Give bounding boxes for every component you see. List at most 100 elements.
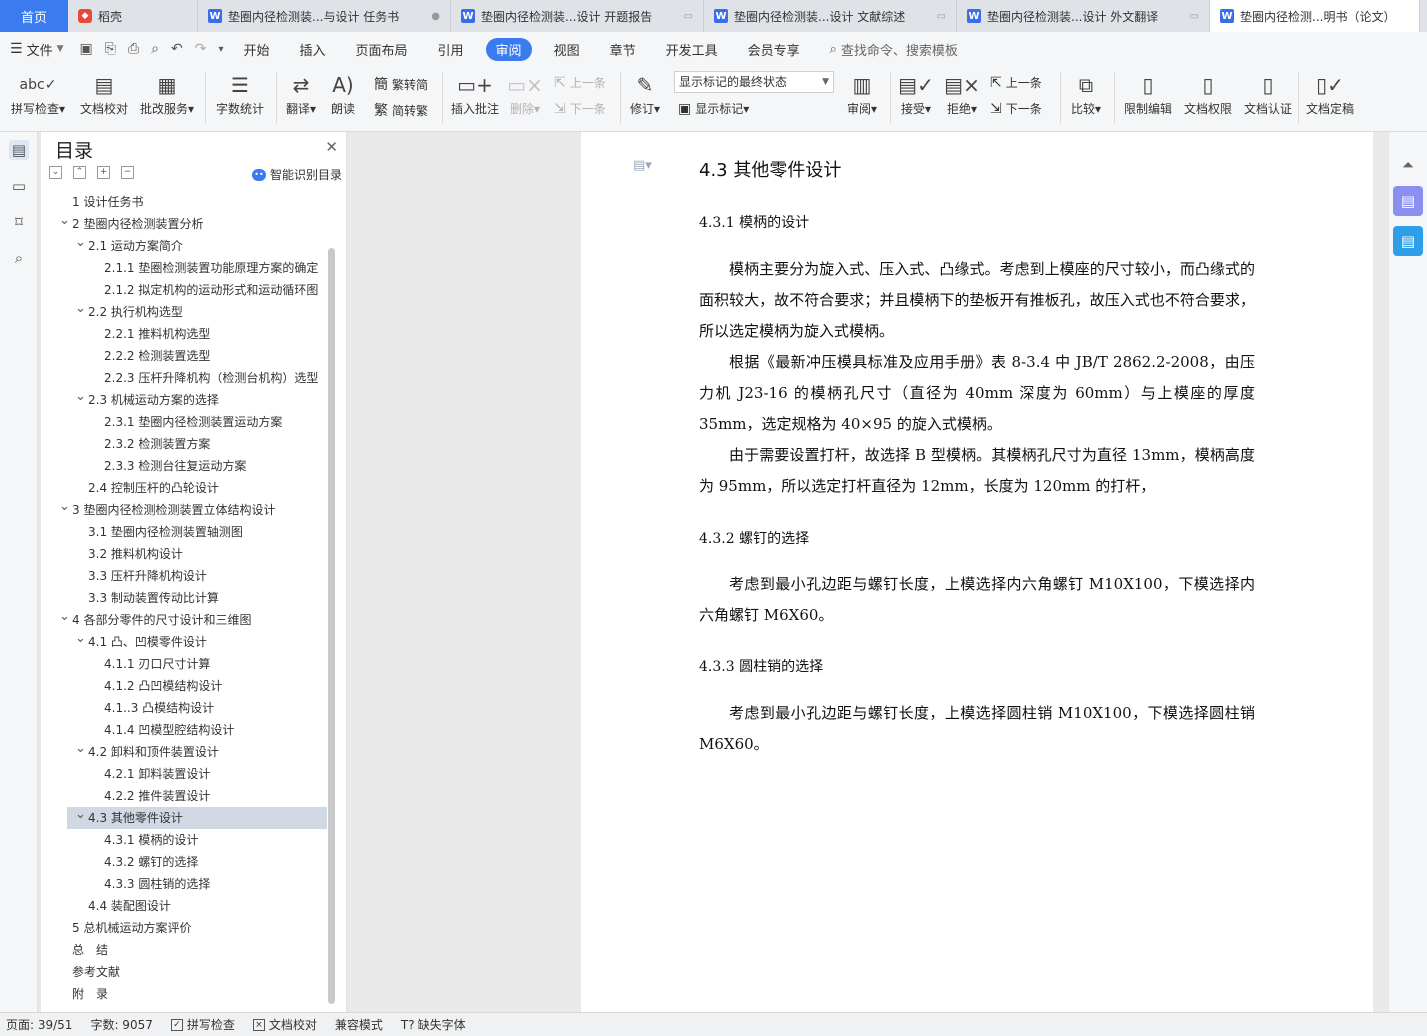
annotate-service-button[interactable]: ▦ 批改服务▾	[136, 70, 198, 118]
tab-shell[interactable]: ◆ 稻壳	[68, 0, 198, 32]
search-icon[interactable]: ⌕	[9, 248, 29, 268]
toc-item[interactable]: 2.1.1 垫圈检测装置功能原理方案的确定	[41, 257, 327, 279]
toc-item[interactable]: 3.3 压杆升降机构设计	[41, 565, 327, 587]
save-icon[interactable]: ▣	[80, 41, 93, 57]
tab-doc-2[interactable]: W 垫圈内径检测装...设计 开题报告 ▭	[451, 0, 704, 32]
doc-finalize-button[interactable]: ▯✓ 文档定稿	[1302, 70, 1358, 118]
toc-item[interactable]: 2.2.2 检测装置选型	[41, 345, 327, 367]
show-markup-button[interactable]: ▣ 显示标记 ▾	[678, 100, 749, 117]
toc-item[interactable]: 4.3.2 螺钉的选择	[41, 851, 327, 873]
toc-item[interactable]: 4.2.2 推件装置设计	[41, 785, 327, 807]
toc-item[interactable]: 2.4 控制压杆的凸轮设计	[41, 477, 327, 499]
toc-item[interactable]: 5 总机械运动方案评价	[41, 917, 327, 939]
chevron-down-icon[interactable]: ⌄	[75, 631, 86, 650]
menu-tab-view[interactable]: 视图	[554, 38, 580, 61]
close-icon[interactable]: ✕	[325, 138, 338, 156]
trad-to-simp-button[interactable]: 簡 繁转简	[374, 74, 428, 94]
simp-to-trad-button[interactable]: 繁 简转繁	[374, 100, 428, 120]
toc-item[interactable]: ⌄ 4 各部分零件的尺寸设计和三维图	[41, 609, 327, 631]
tab-home[interactable]: 首页	[0, 0, 68, 32]
print-icon[interactable]: ⎙	[128, 41, 139, 57]
toc-item[interactable]: 4.1..3 凸模结构设计	[41, 697, 327, 719]
compare-button[interactable]: ⧉ 比较▾	[1066, 70, 1106, 118]
export-pdf-icon[interactable]: ⎘	[105, 41, 116, 57]
toc-item[interactable]: 3.3 制动装置传动比计算	[41, 587, 327, 609]
toc-item[interactable]: 2.3.1 垫圈内径检测装置运动方案	[41, 411, 327, 433]
toc-item[interactable]: 3.1 垫圈内径检测装置轴测图	[41, 521, 327, 543]
restrict-edit-button[interactable]: ▯ 限制编辑	[1120, 70, 1176, 118]
menu-tab-chapter[interactable]: 章节	[610, 38, 636, 61]
doc-check-button[interactable]: ▤ 文档校对	[76, 70, 132, 118]
toc-item[interactable]: ⌄ 4.2 卸料和顶件装置设计	[41, 741, 327, 763]
remove-heading-icon[interactable]: −	[121, 166, 134, 179]
page-indicator[interactable]: 页面: 39/51	[6, 1016, 72, 1033]
toc-item[interactable]: 参考文献	[41, 961, 327, 983]
add-heading-icon[interactable]: +	[97, 166, 110, 179]
toc-item[interactable]: 2.3.2 检测装置方案	[41, 433, 327, 455]
doc-certify-button[interactable]: ▯ 文档认证	[1240, 70, 1296, 118]
chevron-down-icon[interactable]: ⌄	[75, 741, 86, 760]
customize-icon[interactable]: ▾	[218, 44, 223, 55]
toc-item[interactable]: 4.1.1 刃口尺寸计算	[41, 653, 327, 675]
review-tools-icon[interactable]: ▤	[1393, 186, 1423, 216]
translate-button[interactable]: ⇄ 翻译▾	[282, 70, 320, 118]
missing-font-status[interactable]: T? 缺失字体	[401, 1016, 466, 1033]
revise-button[interactable]: ✎ 修订▾	[626, 70, 664, 118]
toc-item[interactable]: 2.3.3 检测台往复运动方案	[41, 455, 327, 477]
next-comment-button[interactable]: ⇲ 下一条	[554, 100, 606, 117]
undo-icon[interactable]: ↶	[171, 41, 183, 57]
command-search[interactable]: ⌕ 查找命令、搜索模板	[830, 40, 958, 59]
smart-toc-button[interactable]: •• 智能识别目录	[251, 166, 342, 183]
tab-cloud-icon[interactable]: ▭	[684, 11, 693, 22]
menu-tab-member[interactable]: 会员专享	[748, 38, 800, 61]
markup-state-select[interactable]: 显示标记的最终状态 ▼	[674, 71, 834, 93]
toc-item[interactable]: ⌄ 2 垫圈内径检测装置分析	[41, 213, 327, 235]
doc-assist-icon[interactable]: ▤	[1393, 226, 1423, 256]
collapse-all-icon[interactable]: ⌄	[49, 166, 62, 179]
prev-comment-button[interactable]: ⇱ 上一条	[554, 74, 606, 91]
bookmark-icon[interactable]: ⌑	[9, 212, 29, 232]
read-aloud-button[interactable]: A) 朗读	[326, 70, 360, 118]
insert-comment-button[interactable]: ▭+ 插入批注	[448, 70, 502, 118]
delete-comment-button[interactable]: ▭× 删除▾	[506, 70, 544, 118]
tab-close-icon[interactable]: ●	[431, 11, 440, 22]
toc-item[interactable]: ⌄ 2.1 运动方案简介	[41, 235, 327, 257]
toc-item[interactable]: 4.1.4 凹模型腔结构设计	[41, 719, 327, 741]
review-pane-button[interactable]: ▥ 审阅▾	[842, 70, 882, 118]
toc-item[interactable]: ⌄ 3 垫圈内径检测检测装置立体结构设计	[41, 499, 327, 521]
menu-tab-reference[interactable]: 引用	[438, 38, 464, 61]
toc-item[interactable]: ⌄ 2.2 执行机构选型	[41, 301, 327, 323]
menu-tab-developer[interactable]: 开发工具	[666, 38, 718, 61]
word-count-indicator[interactable]: 字数: 9057	[90, 1016, 152, 1033]
tab-doc-5[interactable]: W 垫圈内径检测...明书（论文）	[1210, 0, 1420, 32]
paragraph-marker-icon[interactable]: ▤▾	[633, 158, 652, 173]
tab-cloud-icon[interactable]: ▭	[937, 11, 946, 22]
chevron-down-icon[interactable]: ⌄	[59, 609, 70, 628]
redo-icon[interactable]: ↷	[195, 41, 207, 57]
toc-item[interactable]: 4.2.1 卸料装置设计	[41, 763, 327, 785]
toc-item[interactable]: 1 设计任务书	[41, 191, 327, 213]
tab-cloud-icon[interactable]: ▭	[1190, 11, 1199, 22]
chevron-down-icon[interactable]: ⌄	[59, 499, 70, 518]
chevron-down-icon[interactable]: ⌄	[75, 389, 86, 408]
toc-item[interactable]: 2.1.2 拟定机构的运动形式和运动循环图	[41, 279, 327, 301]
toc-item[interactable]: 附 录	[41, 983, 327, 1005]
collapse-panel-icon[interactable]: ⏶	[1393, 150, 1423, 180]
toc-item[interactable]: 2.2.1 推料机构选型	[41, 323, 327, 345]
chevron-down-icon[interactable]: ⌄	[75, 301, 86, 320]
menu-tab-review[interactable]: 审阅	[485, 37, 532, 61]
expand-all-icon[interactable]: ⌃	[73, 166, 86, 179]
toc-item[interactable]: 4.1.2 凸凹模结构设计	[41, 675, 327, 697]
toc-item[interactable]: 2.2.3 压杆升降机构（检测台机构）选型	[41, 367, 327, 389]
toc-item[interactable]: 4.4 装配图设计	[41, 895, 327, 917]
chapter-nav-icon[interactable]: ▭	[9, 176, 29, 196]
proof-status[interactable]: × 文档校对	[252, 1016, 317, 1033]
word-count-button[interactable]: ☰ 字数统计	[212, 70, 268, 118]
tab-doc-4[interactable]: W 垫圈内径检测装...设计 外文翻译 ▭	[957, 0, 1210, 32]
tab-doc-1[interactable]: W 垫圈内径检测装...与设计 任务书 ●	[198, 0, 451, 32]
print-preview-icon[interactable]: ⌕	[151, 41, 159, 57]
chevron-down-icon[interactable]: ⌄	[75, 235, 86, 254]
toc-item[interactable]: ⌄ 2.3 机械运动方案的选择	[41, 389, 327, 411]
spell-check-status[interactable]: ✓ 拼写检查	[170, 1016, 235, 1033]
toc-item[interactable]: 3.2 推料机构设计	[41, 543, 327, 565]
